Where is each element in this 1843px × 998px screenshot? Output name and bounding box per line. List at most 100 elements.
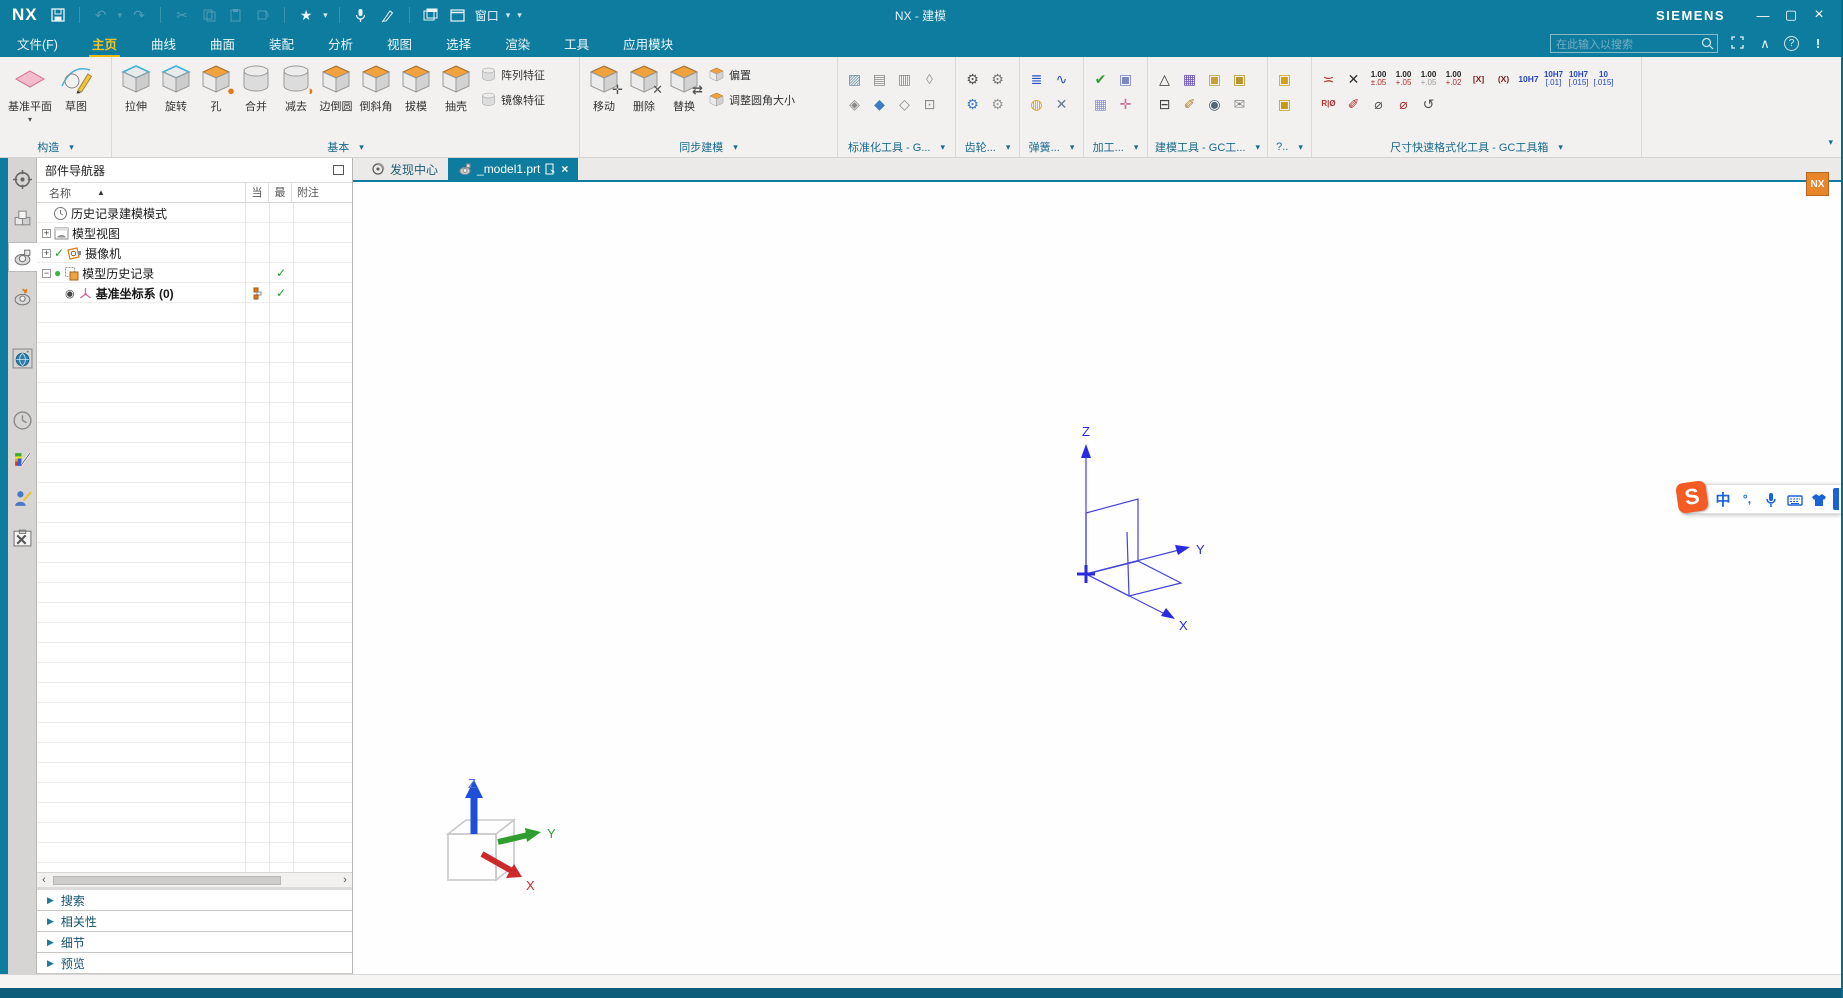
tree-row-history-mode[interactable]: 历史记录建模模式 bbox=[37, 203, 352, 223]
menu-tab-selection[interactable]: 选择 bbox=[429, 29, 488, 59]
ime-chinese-mode-icon[interactable]: 中 bbox=[1711, 489, 1735, 510]
binoculars-icon[interactable]: ◉ bbox=[1202, 93, 1227, 115]
gear-mesh-icon[interactable]: ⚙ bbox=[960, 93, 985, 115]
sogou-logo-icon[interactable]: S bbox=[1675, 480, 1709, 514]
maximize-button[interactable]: ▢ bbox=[1779, 5, 1803, 25]
layer-stack-icon[interactable]: ▤ bbox=[867, 68, 892, 90]
section-preview[interactable]: ▶ 预览 bbox=[37, 953, 352, 974]
tab-model1-prt[interactable]: _model1.prt × bbox=[448, 158, 578, 180]
ime-skin-icon[interactable] bbox=[1807, 490, 1831, 507]
gear-edit-icon[interactable]: ⚙ bbox=[985, 93, 1010, 115]
panel-float-icon[interactable] bbox=[333, 165, 344, 175]
group-label-standardize[interactable]: 标准化工具 - G... ▾ bbox=[838, 137, 955, 157]
envelope-icon[interactable]: ✉ bbox=[1227, 93, 1252, 115]
pattern-feature-button[interactable]: 阵列特征 bbox=[480, 66, 545, 83]
tree-column-header[interactable]: 名称▲ 当 最 附注 bbox=[37, 183, 352, 203]
collapse-icon[interactable]: − bbox=[42, 269, 51, 278]
datum-plane-dropdown-icon[interactable]: ▾ bbox=[28, 115, 32, 124]
dim-prefix-icon[interactable]: R|Ø bbox=[1316, 93, 1341, 115]
timestamp-order-icon[interactable] bbox=[253, 287, 262, 300]
dim-style-icon[interactable]: ≍ bbox=[1316, 68, 1341, 90]
attribute-sync-icon[interactable]: ▨ bbox=[842, 68, 867, 90]
yellow-block-alt-icon[interactable]: ▣ bbox=[1272, 93, 1297, 115]
window-menu-chevron[interactable]: ▾ bbox=[506, 10, 511, 21]
bevel-gear-icon[interactable]: ⚙ bbox=[985, 68, 1010, 90]
part-check-icon[interactable]: ◈ bbox=[842, 93, 867, 115]
menu-tab-tools[interactable]: 工具 bbox=[547, 29, 606, 59]
spring-washer-icon[interactable]: ◍ bbox=[1024, 93, 1049, 115]
group-label-dimension-format[interactable]: 尺寸快速格式化工具 - GC工具箱 ▾ bbox=[1312, 137, 1641, 157]
clear-format-icon[interactable]: ✕ bbox=[1341, 68, 1366, 90]
minimize-button[interactable]: — bbox=[1751, 5, 1775, 25]
favorites-dropdown-icon[interactable]: ▾ bbox=[323, 10, 328, 21]
fit-10-tol-icon[interactable]: 10[.015] bbox=[1591, 68, 1616, 90]
diameter-red-icon[interactable]: ⌀ bbox=[1391, 93, 1416, 115]
tree-row-camera[interactable]: + ✓ 摄像机 bbox=[37, 243, 352, 263]
folder-link-icon[interactable]: ▣ bbox=[1227, 68, 1252, 90]
save-icon[interactable] bbox=[48, 5, 68, 25]
paste-icon[interactable] bbox=[226, 5, 246, 25]
window-layout-icon[interactable] bbox=[448, 5, 468, 25]
tree-row-model-history[interactable]: − ● 模型历史记录 ✓ bbox=[37, 263, 352, 283]
fullscreen-icon[interactable] bbox=[1728, 36, 1746, 52]
resize-blend-button[interactable]: 调整圆角大小 bbox=[708, 91, 795, 108]
triangle-icon[interactable]: △ bbox=[1152, 68, 1177, 90]
menu-tab-home[interactable]: 主页 bbox=[75, 29, 134, 59]
diameter-off-icon[interactable]: ⌀ bbox=[1366, 93, 1391, 115]
favorites-star-icon[interactable]: ★ bbox=[296, 5, 316, 25]
scroll-left-icon[interactable]: ‹ bbox=[37, 874, 51, 886]
tol-upper2-icon[interactable]: 1.00+.05 bbox=[1416, 68, 1441, 90]
section-search[interactable]: ▶ 搜索 bbox=[37, 890, 352, 911]
paste-special-icon[interactable] bbox=[253, 5, 273, 25]
menu-tab-analysis[interactable]: 分析 bbox=[311, 29, 370, 59]
edge-blend-button[interactable]: 边倒圆 bbox=[316, 60, 356, 116]
process-card-icon[interactable]: ▣ bbox=[1113, 68, 1138, 90]
weld-table-icon[interactable]: ▦ bbox=[1088, 93, 1113, 115]
table-grid-icon[interactable]: ▦ bbox=[1177, 68, 1202, 90]
search-icon[interactable] bbox=[1701, 37, 1714, 50]
sort-ascending-icon[interactable]: ▲ bbox=[97, 188, 105, 197]
fit-10h7-tol2-icon[interactable]: 10H7[.015] bbox=[1566, 68, 1591, 90]
yellow-blocks-icon[interactable]: ▣ bbox=[1272, 68, 1297, 90]
tol-upper-icon[interactable]: 1.00+.05 bbox=[1391, 68, 1416, 90]
part-cleanup-icon[interactable]: ◇ bbox=[892, 93, 917, 115]
qat-customize-chevron[interactable]: ▾ bbox=[517, 10, 522, 21]
copy-icon[interactable] bbox=[199, 5, 219, 25]
group-label-spring[interactable]: 弹簧... ▾ bbox=[1020, 137, 1083, 157]
menu-tab-curve[interactable]: 曲线 bbox=[134, 29, 193, 59]
shell-button[interactable]: 抽壳 bbox=[436, 60, 476, 116]
dim-edit-pen-icon[interactable]: ✐ bbox=[1341, 93, 1366, 115]
sketch-button[interactable]: 草图 bbox=[56, 60, 96, 116]
graphics-viewport[interactable]: Z Y X Z Y X bbox=[353, 184, 1841, 974]
paren-x-icon[interactable]: (X) bbox=[1491, 68, 1516, 90]
layer-settings-icon[interactable]: ▥ bbox=[892, 68, 917, 90]
tree-row-datum-csys[interactable]: ◉ 基准坐标系 (0) ✓ bbox=[37, 283, 352, 303]
constraint-navigator-icon[interactable] bbox=[9, 203, 36, 233]
close-button[interactable]: × bbox=[1807, 5, 1831, 25]
replace-face-button[interactable]: ⇄ 替换 bbox=[664, 60, 704, 116]
close-tab-icon[interactable]: × bbox=[561, 162, 568, 176]
roles-icon[interactable] bbox=[9, 483, 36, 513]
delete-face-button[interactable]: ✕ 删除 bbox=[624, 60, 664, 116]
brush-icon[interactable]: ✐ bbox=[1177, 93, 1202, 115]
offset-region-button[interactable]: 偏置 bbox=[708, 66, 795, 83]
tree-row-model-views[interactable]: + 模型视图 bbox=[37, 223, 352, 243]
group-label-basic[interactable]: 基本 ▾ bbox=[112, 137, 579, 157]
assembly-navigator-icon[interactable] bbox=[9, 164, 36, 194]
ime-punctuation-icon[interactable]: °, bbox=[1735, 492, 1759, 506]
fit-10h7-tol-icon[interactable]: 10H7[.01] bbox=[1541, 68, 1566, 90]
group-label-synchronous[interactable]: 同步建模 ▾ bbox=[580, 137, 837, 157]
mirror-feature-button[interactable]: 镜像特征 bbox=[480, 91, 545, 108]
touch-mode-icon[interactable] bbox=[378, 5, 398, 25]
ribbon-options-chevron[interactable]: ▾ bbox=[1828, 137, 1833, 148]
history-icon[interactable] bbox=[9, 405, 36, 435]
menu-tab-file[interactable]: 文件(F) bbox=[0, 29, 75, 59]
datum-csys-graphic[interactable]: Z Y X bbox=[1053, 422, 1233, 637]
group-label-machining[interactable]: 加工... ▾ bbox=[1084, 137, 1147, 157]
draft-button[interactable]: 拔模 bbox=[396, 60, 436, 116]
section-details[interactable]: ▶ 细节 bbox=[37, 932, 352, 953]
box-select-icon[interactable]: ⊟ bbox=[1152, 93, 1177, 115]
cascade-windows-icon[interactable] bbox=[421, 5, 441, 25]
chamfer-button[interactable]: 倒斜角 bbox=[356, 60, 396, 116]
material-wand-icon[interactable] bbox=[9, 444, 36, 474]
